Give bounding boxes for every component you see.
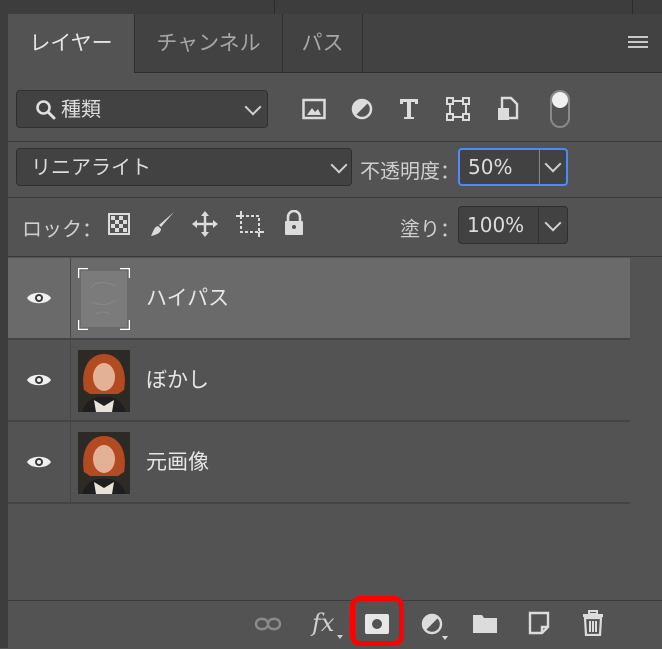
folder-icon[interactable] xyxy=(472,612,498,634)
layer-row[interactable]: 元画像 xyxy=(8,422,630,504)
layer-row[interactable]: ぼかし xyxy=(8,340,630,422)
tab-bar: レイヤー チャンネル パス xyxy=(8,14,662,73)
fill-input[interactable]: 100% xyxy=(458,206,568,244)
layer-thumbnail-highpass[interactable] xyxy=(76,266,132,332)
image-icon[interactable] xyxy=(302,98,326,120)
filter-kind-select[interactable]: 種類 xyxy=(16,90,268,128)
eye-icon[interactable] xyxy=(26,454,52,470)
layer-thumbnail-portrait[interactable] xyxy=(78,350,130,412)
blend-mode-value: リニアライト xyxy=(31,155,151,179)
blend-mode-select[interactable]: リニアライト xyxy=(16,148,352,186)
layer-name[interactable]: 元画像 xyxy=(146,422,209,502)
lock-label: ロック： xyxy=(22,217,102,241)
fx-icon[interactable]: fx xyxy=(310,608,346,640)
layer-name[interactable]: ぼかし xyxy=(146,340,209,420)
filter-kind-label: 種類 xyxy=(61,97,101,121)
opacity-label: 不透明度： xyxy=(360,159,460,183)
panel-left-edge xyxy=(0,0,8,648)
lock-transparent-icon[interactable] xyxy=(108,213,130,235)
visibility-toggle[interactable] xyxy=(8,422,71,502)
panel-menu-icon[interactable] xyxy=(628,36,648,50)
fill-value: 100% xyxy=(467,213,525,237)
chevron-down-icon xyxy=(244,98,262,116)
opacity-input[interactable]: 50% xyxy=(458,148,568,186)
tab-layers[interactable]: レイヤー xyxy=(8,14,135,73)
svg-text:fx: fx xyxy=(310,609,335,637)
adjustment-icon[interactable] xyxy=(350,97,374,121)
visibility-toggle[interactable] xyxy=(8,340,71,420)
eye-icon[interactable] xyxy=(26,290,52,306)
layer-thumbnail-portrait[interactable] xyxy=(78,432,130,494)
search-icon xyxy=(36,100,56,120)
visibility-toggle[interactable] xyxy=(8,258,71,338)
eye-icon[interactable] xyxy=(26,372,52,388)
fill-label: 塗り： xyxy=(400,217,460,241)
new-layer-icon[interactable] xyxy=(528,611,550,635)
type-icon[interactable] xyxy=(398,97,420,121)
chevron-down-icon[interactable] xyxy=(544,155,562,173)
trash-icon[interactable] xyxy=(582,610,604,636)
link-icon[interactable] xyxy=(254,615,282,633)
tab-paths[interactable]: パス xyxy=(283,14,363,72)
chevron-down-icon xyxy=(330,156,348,174)
opacity-value: 50% xyxy=(468,155,513,179)
move-icon[interactable] xyxy=(192,211,218,237)
shape-icon[interactable] xyxy=(446,97,470,121)
divider xyxy=(8,141,662,142)
divider xyxy=(8,197,662,198)
scroll-area xyxy=(630,258,662,504)
artboard-lock-icon[interactable] xyxy=(236,211,264,237)
divider xyxy=(8,256,662,257)
panel-top-edge xyxy=(8,0,662,14)
brush-icon[interactable] xyxy=(150,210,176,238)
filter-toggle-icon[interactable] xyxy=(550,90,570,128)
adjustment-layer-icon[interactable] xyxy=(420,612,452,640)
layer-row[interactable]: ハイパス xyxy=(8,258,630,340)
add-mask-button[interactable] xyxy=(350,596,404,646)
tab-channels[interactable]: チャンネル xyxy=(135,14,283,72)
chevron-down-icon[interactable] xyxy=(544,214,562,232)
layer-name[interactable]: ハイパス xyxy=(146,258,229,338)
layers-panel: レイヤー チャンネル パス 種類 リニアライト 不透明度： 50% ロック： 塗… xyxy=(0,0,662,649)
smart-object-icon[interactable] xyxy=(496,96,520,122)
lock-all-icon[interactable] xyxy=(283,210,305,236)
